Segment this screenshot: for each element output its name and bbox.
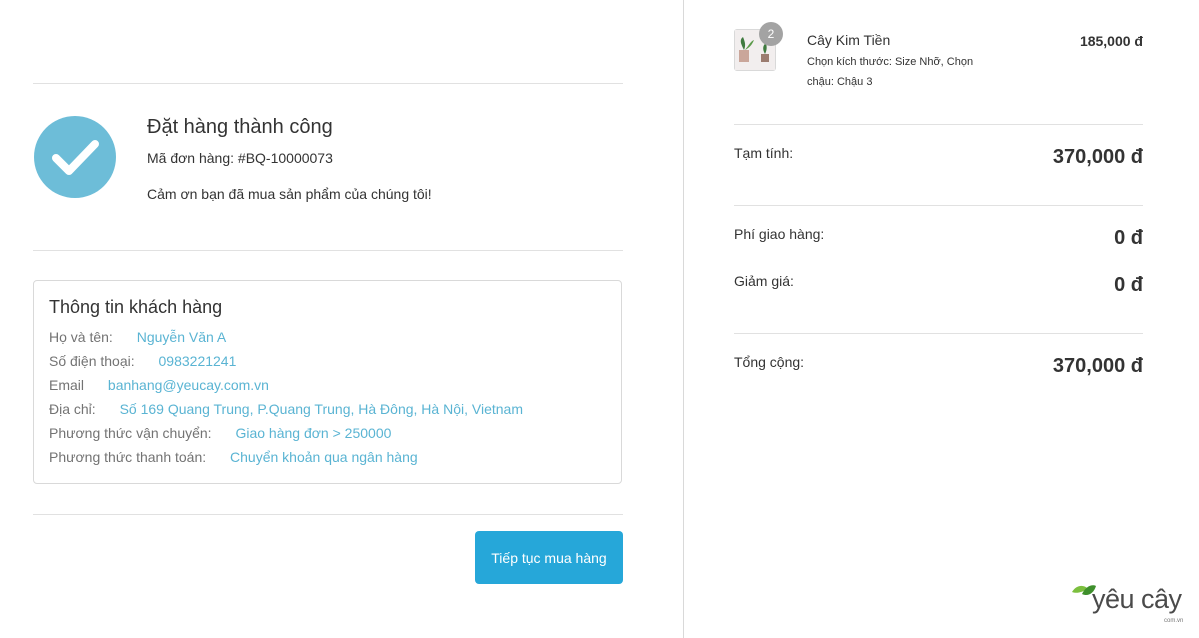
row-value: Số 169 Quang Trung, P.Quang Trung, Hà Đô…	[119, 401, 523, 417]
order-code-value: #BQ-10000073	[237, 150, 333, 166]
row-label: Phương thức thanh toán:	[49, 449, 207, 465]
discount-value: 0 đ	[1114, 274, 1143, 296]
thank-you-message: Cảm ơn bạn đã mua sản phẩm của chúng tôi…	[147, 186, 432, 202]
order-code-label: Mã đơn hàng:	[147, 150, 238, 166]
check-success-icon	[34, 116, 116, 198]
customer-payment-method-row: Phương thức thanh toán: Chuyển khoản qua…	[49, 449, 418, 465]
divider	[734, 333, 1143, 334]
success-title: Đặt hàng thành công	[147, 116, 333, 138]
product-name: Cây Kim Tiền	[807, 32, 891, 48]
row-value: Giao hàng đơn > 250000	[235, 425, 392, 441]
row-label: Họ và tên:	[49, 329, 113, 345]
order-summary-panel: 2 Cây Kim Tiền Chọn kích thước: Size Nhỡ…	[684, 0, 1199, 638]
row-label: Email	[49, 377, 85, 393]
order-code: Mã đơn hàng: #BQ-10000073	[147, 150, 333, 166]
customer-shipping-method-row: Phương thức vận chuyển: Giao hàng đơn > …	[49, 425, 391, 441]
shipping-fee-label: Phí giao hàng:	[734, 226, 825, 242]
brand-logo: yêu cây com.vn	[1068, 580, 1188, 628]
customer-name-row: Họ và tên: Nguyễn Văn A	[49, 329, 226, 345]
total-label: Tổng cộng:	[734, 354, 805, 370]
row-label: Phương thức vận chuyển:	[49, 425, 212, 441]
row-value: Chuyển khoản qua ngân hàng	[230, 449, 418, 465]
row-value: Nguyễn Văn A	[136, 329, 227, 345]
shipping-fee-value: 0 đ	[1114, 227, 1143, 249]
subtotal-label: Tạm tính:	[734, 145, 794, 161]
subtotal-value: 370,000 đ	[1052, 146, 1143, 168]
row-value: banhang@yeucay.com.vn	[107, 377, 269, 393]
divider	[33, 514, 623, 515]
continue-shopping-button[interactable]: Tiếp tục mua hàng	[475, 531, 623, 584]
customer-info-title: Thông tin khách hàng	[49, 297, 223, 317]
divider	[33, 250, 623, 251]
row-label: Địa chỉ:	[49, 401, 96, 417]
order-confirmation-panel: Đặt hàng thành công Mã đơn hàng: #BQ-100…	[0, 0, 683, 638]
divider	[33, 83, 623, 84]
customer-phone-row: Số điện thoại: 0983221241	[49, 353, 236, 369]
row-label: Số điện thoại:	[49, 353, 135, 369]
customer-address-row: Địa chỉ: Số 169 Quang Trung, P.Quang Tru…	[49, 401, 523, 417]
quantity-badge: 2	[759, 22, 783, 46]
logo-subtext: com.vn	[1164, 618, 1184, 624]
customer-info-box: Thông tin khách hàng Họ và tên: Nguyễn V…	[33, 280, 622, 484]
customer-email-row: Email banhang@yeucay.com.vn	[49, 377, 269, 393]
divider	[734, 124, 1143, 125]
divider	[734, 205, 1143, 206]
product-price: 185,000 đ	[1079, 33, 1143, 49]
product-variant: Chọn kích thước: Size Nhỡ, Chọn chậu: Ch…	[807, 56, 974, 88]
discount-label: Giảm giá:	[734, 273, 794, 289]
logo-text: yêu cây	[1092, 584, 1182, 614]
total-value: 370,000 đ	[1052, 355, 1143, 377]
row-value: 0983221241	[158, 353, 237, 369]
